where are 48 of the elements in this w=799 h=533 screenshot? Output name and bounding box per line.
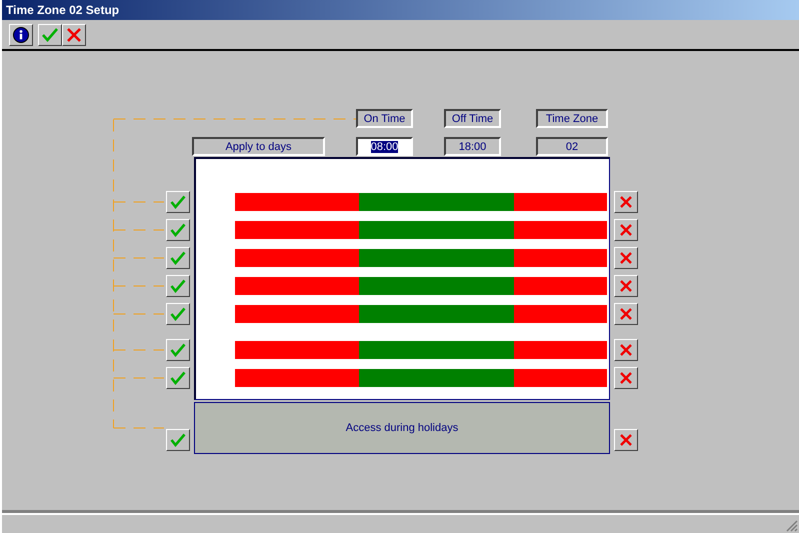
resize-grip-icon[interactable]	[786, 520, 798, 532]
check-icon	[170, 343, 186, 357]
on-time-field[interactable]: 08:00	[356, 137, 413, 156]
check-icon	[170, 307, 186, 321]
apply-day-button[interactable]	[166, 191, 190, 213]
check-icon	[41, 26, 59, 42]
window-title: Time Zone 02 Setup	[6, 3, 120, 17]
off-time-field[interactable]: 18:00	[444, 137, 501, 156]
close-icon	[66, 26, 82, 42]
cancel-button[interactable]	[62, 24, 86, 46]
info-button[interactable]	[9, 24, 33, 46]
apply-day-button[interactable]	[166, 303, 190, 325]
clear-day-button[interactable]	[614, 367, 638, 389]
accept-button[interactable]	[38, 24, 62, 46]
apply-day-button[interactable]	[166, 339, 190, 361]
clear-holidays-button[interactable]	[614, 429, 638, 451]
close-icon	[619, 223, 633, 237]
clear-day-button[interactable]	[614, 303, 638, 325]
info-icon	[13, 26, 29, 42]
close-icon	[619, 195, 633, 209]
off-time-label: Off Time	[444, 109, 501, 128]
clear-day-button[interactable]	[614, 219, 638, 241]
check-icon	[170, 251, 186, 265]
time-zone-field[interactable]: 02	[536, 137, 608, 156]
clear-day-button[interactable]	[614, 247, 638, 269]
time-zone-label: Time Zone	[536, 109, 608, 128]
clear-day-button[interactable]	[614, 191, 638, 213]
close-icon	[619, 251, 633, 265]
apply-day-button[interactable]	[166, 367, 190, 389]
clear-day-button[interactable]	[614, 275, 638, 297]
apply-day-button[interactable]	[166, 247, 190, 269]
clear-day-button[interactable]	[614, 339, 638, 361]
on-time-label: On Time	[356, 109, 413, 128]
check-icon	[170, 279, 186, 293]
close-icon	[619, 371, 633, 385]
check-icon	[170, 371, 186, 385]
check-icon	[170, 433, 186, 447]
check-icon	[170, 195, 186, 209]
apply-holidays-button[interactable]	[166, 429, 190, 451]
apply-day-button[interactable]	[166, 275, 190, 297]
close-icon	[619, 307, 633, 321]
close-icon	[619, 433, 633, 447]
holidays-label: Access during holidays	[346, 422, 458, 434]
close-icon	[619, 343, 633, 357]
apply-day-button[interactable]	[166, 219, 190, 241]
close-icon	[619, 279, 633, 293]
apply-to-days-label: Apply to days	[192, 137, 325, 156]
check-icon	[170, 223, 186, 237]
